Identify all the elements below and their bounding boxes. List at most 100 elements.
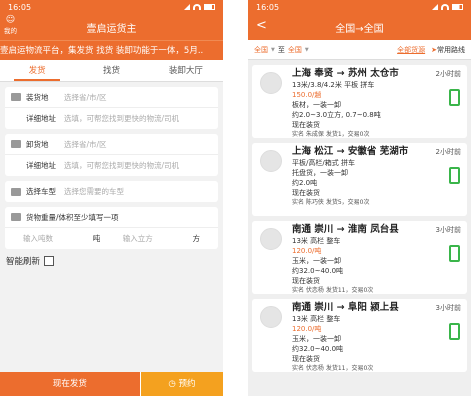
avatar [260, 306, 282, 328]
signal-icon [430, 4, 438, 10]
vehicle-card: 选择车型 选择您需要的车型 [5, 181, 218, 202]
item-goods: 托盘货，一装一卸 [292, 169, 348, 177]
route-header: < 全国→全国 [248, 14, 471, 40]
to-select[interactable]: 全国 [288, 45, 302, 55]
weight-input[interactable]: 输入吨数 [23, 233, 93, 244]
user-icon: ☺ [5, 15, 16, 25]
item-price: 120.0/吨 [292, 247, 322, 255]
item-status: 现在装货 [292, 189, 320, 197]
load-detail-label: 详细地址 [26, 114, 56, 123]
from-select[interactable]: 全国 [254, 45, 268, 55]
item-weight: 约32.0~40.0吨 [292, 267, 344, 275]
smart-refresh: 智能刷新 [0, 249, 223, 273]
unload-location-field[interactable]: 卸货地 选择省/市/区 [5, 134, 218, 155]
wifi-icon [441, 4, 449, 10]
volume-unit: 方 [192, 234, 201, 243]
truck-icon [11, 140, 21, 148]
status-bar: 16:05 [248, 0, 471, 14]
unload-detail-label: 详细地址 [26, 161, 56, 170]
item-weight: 约2.0吨 [292, 179, 318, 187]
reserve-label: 预约 [178, 379, 196, 389]
item-goods: 玉米，一装一卸 [292, 335, 341, 343]
phone-icon[interactable] [449, 89, 460, 106]
phone-icon[interactable] [449, 323, 460, 340]
unload-detail-field[interactable]: 详细地址 选填，可帮您找到更快的物流/司机 [5, 155, 218, 176]
item-meta: 实名 陈巧侠 发货5，交易0次 [292, 199, 370, 206]
avatar [260, 150, 282, 172]
smart-refresh-label: 智能刷新 [6, 257, 41, 267]
unload-label: 卸货地 [26, 139, 49, 149]
item-weight: 约32.0~40.0吨 [292, 345, 344, 353]
unload-address-card: 卸货地 选择省/市/区 详细地址 选填，可帮您找到更快的物流/司机 [5, 134, 218, 176]
phone-icon[interactable] [449, 245, 460, 262]
tab-ship[interactable]: 发货 [0, 60, 74, 81]
cargo-header: 货物重量/体积至少填写一项 [5, 207, 218, 228]
to-label: 至 [277, 45, 285, 54]
item-meta: 实名 伏恋杨 发货11，交易0次 [292, 287, 374, 294]
dropdown-icon: ▼ [304, 46, 309, 53]
common-routes-link[interactable]: ➤常用路线 [431, 45, 465, 55]
back-icon[interactable]: < [256, 18, 267, 33]
goods-list: 上海 奉贤 → 苏州 太仓市 13米/3.8/4.2米 平板 拼车 150.0/… [248, 65, 471, 372]
route-title: 全国→全国 [335, 23, 384, 35]
filter-bar: 全国 ▼ 至 全国 ▼ 全部货源 ➤常用路线 [248, 40, 471, 60]
avatar [260, 228, 282, 250]
tab-find-goods[interactable]: 找货 [74, 60, 148, 81]
status-time: 16:05 [256, 2, 280, 12]
dropdown-icon: ▼ [271, 46, 275, 53]
phone-icon[interactable] [449, 167, 460, 184]
load-detail-field[interactable]: 详细地址 选填，可帮您找到更快的物流/司机 [5, 108, 218, 129]
cargo-card: 货物重量/体积至少填写一项 输入吨数 吨 输入立方 方 [5, 207, 218, 249]
list-item[interactable]: 南通 崇川 → 阜阳 颍上县 13米 高栏 整车 120.0/吨 玉米，一装一卸… [252, 299, 467, 372]
tab-loading-hall[interactable]: 装卸大厅 [149, 60, 223, 81]
item-meta: 实名 伏恋杨 发货11，交易0次 [292, 365, 374, 372]
item-spec: 13米/3.8/4.2米 平板 拼车 [292, 81, 375, 89]
volume-input[interactable]: 输入立方 [123, 233, 193, 244]
app-header: ☺ 我的 壹启运货主 [0, 14, 223, 40]
smart-refresh-checkbox[interactable] [44, 256, 55, 266]
battery-icon [452, 4, 463, 10]
status-time: 16:05 [8, 2, 32, 12]
item-goods: 板材，一装一卸 [292, 101, 341, 109]
item-weight: 约2.0~3.0立方, 0.7~0.8吨 [292, 111, 381, 119]
item-spec: 13米 高栏 整车 [292, 237, 341, 245]
truck-icon [11, 187, 21, 196]
announcement-marquee[interactable]: 壹启运物流平台，集发货 找货 装卸功能于一体，5月.. [0, 40, 223, 60]
load-placeholder: 选择省/市/区 [64, 92, 107, 102]
ship-now-button[interactable]: 现在发货 [0, 372, 140, 396]
item-meta: 实名 朱成保 发货1，交易0次 [292, 131, 370, 138]
item-spec: 平板/高栏/箱式 拼车 [292, 159, 355, 167]
avatar [260, 72, 282, 94]
reserve-button[interactable]: ◷ 预约 [139, 372, 223, 396]
item-price: 120.0/吨 [292, 325, 322, 333]
item-status: 现在装货 [292, 277, 320, 285]
list-item[interactable]: 南通 崇川 → 淮南 凤台县 13米 高栏 整车 120.0/吨 玉米，一装一卸… [252, 221, 467, 294]
load-label: 装货地 [26, 92, 49, 102]
item-time: 3小时前 [435, 226, 461, 234]
cargo-inputs: 输入吨数 吨 输入立方 方 [5, 228, 218, 249]
vehicle-label: 选择车型 [26, 187, 56, 196]
item-status: 现在装货 [292, 355, 320, 363]
vehicle-placeholder: 选择您需要的车型 [64, 187, 124, 196]
vehicle-type-field[interactable]: 选择车型 选择您需要的车型 [5, 181, 218, 202]
item-time: 3小时前 [435, 304, 461, 312]
load-detail-placeholder: 选填，可帮您找到更快的物流/司机 [64, 114, 180, 123]
bottom-bar: 现在发货 ◷ 预约 [0, 372, 223, 396]
status-bar: 16:05 [0, 0, 223, 14]
list-item[interactable]: 上海 奉贤 → 苏州 太仓市 13米/3.8/4.2米 平板 拼车 150.0/… [252, 65, 467, 138]
cargo-label: 货物重量/体积至少填写一项 [26, 212, 119, 222]
item-time: 2小时前 [435, 148, 461, 156]
signal-icon [182, 4, 190, 10]
battery-icon [204, 4, 215, 10]
weight-unit: 吨 [92, 234, 101, 243]
goods-list-screen: 16:05 < 全国→全国 全国 ▼ 至 全国 ▼ 全部货源 ➤常用路线 上海 奉贤… [248, 0, 471, 396]
my-button[interactable]: ☺ 我的 [4, 15, 17, 36]
wifi-icon [193, 4, 201, 10]
my-label: 我的 [4, 27, 17, 35]
list-item[interactable]: 上海 松江 → 安徽省 芜湖市 平板/高栏/箱式 拼车 托盘货，一装一卸 约2.… [252, 143, 467, 216]
load-location-field[interactable]: 装货地 选择省/市/区 [5, 87, 218, 108]
item-status: 现在装货 [292, 121, 320, 129]
all-goods-link[interactable]: 全部货源 [397, 45, 425, 55]
app-title: 壹启运货主 [86, 23, 137, 35]
clock-icon: ◷ [168, 379, 179, 389]
